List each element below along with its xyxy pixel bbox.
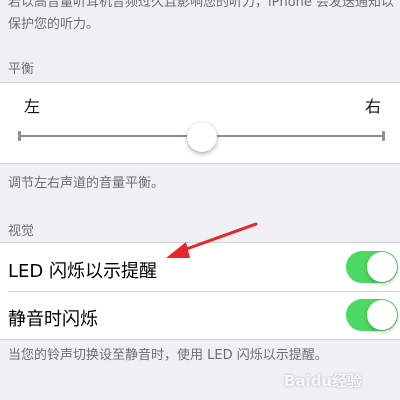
baidu-watermark: Baidu经验 — [284, 372, 363, 390]
annotation-arrow-icon — [166, 222, 258, 258]
